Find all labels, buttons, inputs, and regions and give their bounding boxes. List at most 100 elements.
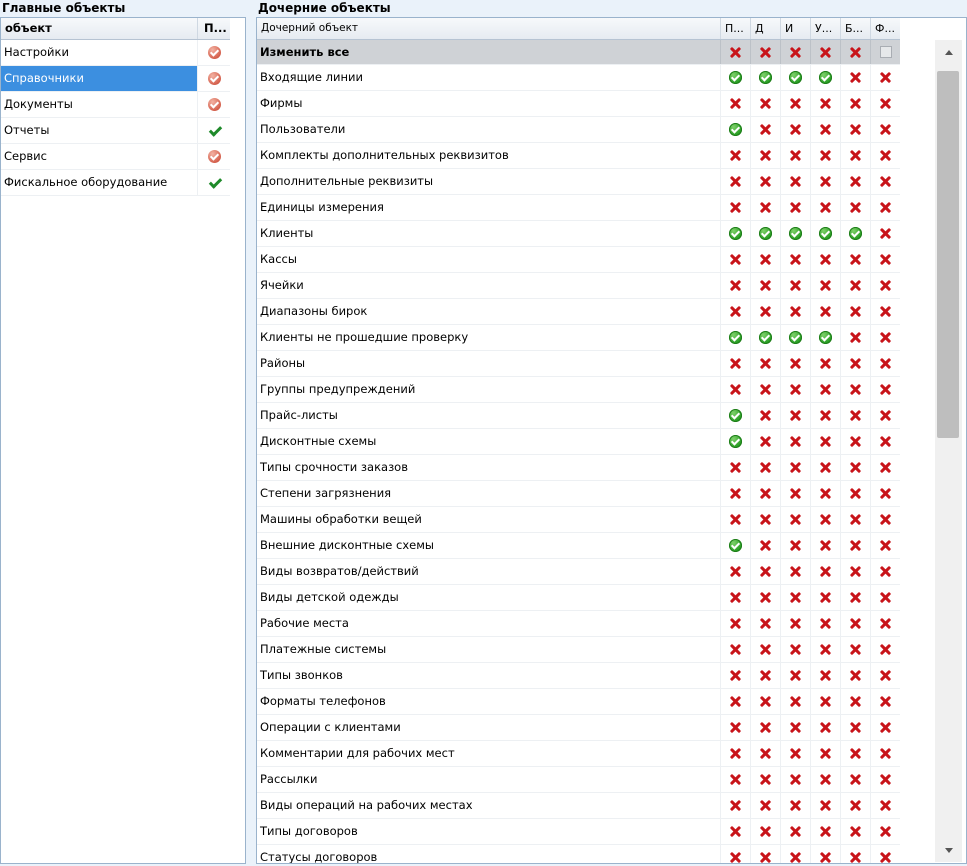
permission-cell[interactable] (750, 299, 780, 324)
permission-cell[interactable] (840, 65, 870, 90)
main-object-permission-cell[interactable] (197, 66, 230, 91)
column-header-child-object[interactable]: Дочерний объект (261, 18, 358, 39)
child-object-row[interactable]: Фирмы (257, 91, 900, 117)
permission-cell[interactable] (840, 611, 870, 636)
permission-cell[interactable] (780, 169, 810, 194)
permission-cell[interactable] (750, 403, 780, 428)
permission-cell[interactable] (750, 611, 780, 636)
permission-cell[interactable] (810, 195, 840, 220)
permission-cell[interactable] (810, 793, 840, 818)
permission-cell[interactable] (750, 273, 780, 298)
permission-cell[interactable] (750, 637, 780, 662)
column-header-perm-3[interactable]: И (780, 18, 810, 39)
permission-cell[interactable] (840, 689, 870, 714)
permission-cell[interactable] (810, 221, 840, 246)
permission-cell[interactable] (720, 455, 750, 480)
permission-cell[interactable] (840, 299, 870, 324)
permission-cell[interactable] (720, 247, 750, 272)
permission-cell[interactable] (750, 741, 780, 766)
permission-cell[interactable] (870, 247, 900, 272)
permission-cell[interactable] (870, 637, 900, 662)
child-object-row[interactable]: Степени загрязнения (257, 481, 900, 507)
permission-cell[interactable] (840, 767, 870, 792)
permission-cell[interactable] (870, 611, 900, 636)
permission-cell[interactable] (780, 715, 810, 740)
main-object-permission-cell[interactable] (197, 170, 230, 195)
permission-cell[interactable] (840, 637, 870, 662)
permission-cell[interactable] (750, 91, 780, 116)
permission-cell[interactable] (780, 819, 810, 844)
permission-cell[interactable] (720, 143, 750, 168)
permission-cell[interactable] (870, 325, 900, 350)
child-object-row[interactable]: Диапазоны бирок (257, 299, 900, 325)
permission-cell[interactable] (870, 299, 900, 324)
permission-cell[interactable] (780, 273, 810, 298)
permission-cell[interactable] (870, 845, 900, 863)
permission-cell[interactable] (810, 845, 840, 863)
main-object-row[interactable]: Настройки (1, 40, 230, 66)
permission-cell[interactable] (720, 325, 750, 350)
permission-cell[interactable] (810, 91, 840, 116)
permission-cell[interactable] (810, 533, 840, 558)
permission-cell[interactable] (780, 741, 810, 766)
child-object-row[interactable]: Кассы (257, 247, 900, 273)
permission-cell[interactable] (780, 481, 810, 506)
permission-cell[interactable] (810, 403, 840, 428)
permission-cell[interactable] (780, 325, 810, 350)
permission-cell[interactable] (750, 481, 780, 506)
main-object-permission-cell[interactable] (197, 144, 230, 169)
child-object-row[interactable]: Клиенты (257, 221, 900, 247)
permission-cell[interactable] (840, 351, 870, 376)
permission-cell[interactable] (840, 585, 870, 610)
permission-cell[interactable] (750, 793, 780, 818)
child-object-row[interactable]: Дополнительные реквизиты (257, 169, 900, 195)
permission-cell[interactable] (810, 715, 840, 740)
permission-cell[interactable] (840, 40, 870, 64)
permission-cell[interactable] (720, 715, 750, 740)
permission-cell[interactable] (870, 65, 900, 90)
child-object-row[interactable]: Виды детской одежды (257, 585, 900, 611)
permission-cell[interactable] (750, 559, 780, 584)
permission-cell[interactable] (870, 559, 900, 584)
permission-cell[interactable] (720, 793, 750, 818)
permission-cell[interactable] (780, 351, 810, 376)
permission-cell[interactable] (780, 221, 810, 246)
child-object-row[interactable]: Рабочие места (257, 611, 900, 637)
permission-cell[interactable] (870, 715, 900, 740)
permission-cell[interactable] (750, 429, 780, 454)
main-object-row[interactable]: Справочники (1, 66, 230, 92)
change-all-row[interactable]: Изменить все (257, 40, 900, 65)
permission-cell[interactable] (870, 689, 900, 714)
permission-cell[interactable] (810, 767, 840, 792)
child-object-row[interactable]: Районы (257, 351, 900, 377)
permission-cell[interactable] (840, 403, 870, 428)
permission-cell[interactable] (870, 351, 900, 376)
column-header-perm-5[interactable]: Б... (840, 18, 870, 39)
permission-cell[interactable] (780, 611, 810, 636)
permission-cell[interactable] (840, 819, 870, 844)
permission-cell[interactable] (870, 585, 900, 610)
permission-cell[interactable] (840, 429, 870, 454)
permission-cell[interactable] (720, 429, 750, 454)
permission-cell[interactable] (750, 377, 780, 402)
permission-cell[interactable] (840, 663, 870, 688)
permission-cell[interactable] (720, 689, 750, 714)
permission-cell[interactable] (840, 117, 870, 142)
permission-cell[interactable] (720, 273, 750, 298)
permission-cell[interactable] (840, 455, 870, 480)
permission-cell[interactable] (750, 767, 780, 792)
permission-cell[interactable] (840, 143, 870, 168)
permission-cell[interactable] (810, 507, 840, 532)
permission-cell[interactable] (720, 351, 750, 376)
permission-cell[interactable] (870, 169, 900, 194)
permission-cell[interactable] (870, 40, 900, 64)
permission-cell[interactable] (810, 325, 840, 350)
permission-cell[interactable] (720, 91, 750, 116)
permission-cell[interactable] (870, 455, 900, 480)
permission-cell[interactable] (750, 247, 780, 272)
permission-cell[interactable] (810, 611, 840, 636)
permission-cell[interactable] (750, 351, 780, 376)
permission-cell[interactable] (780, 403, 810, 428)
permission-cell[interactable] (720, 65, 750, 90)
permission-cell[interactable] (750, 117, 780, 142)
